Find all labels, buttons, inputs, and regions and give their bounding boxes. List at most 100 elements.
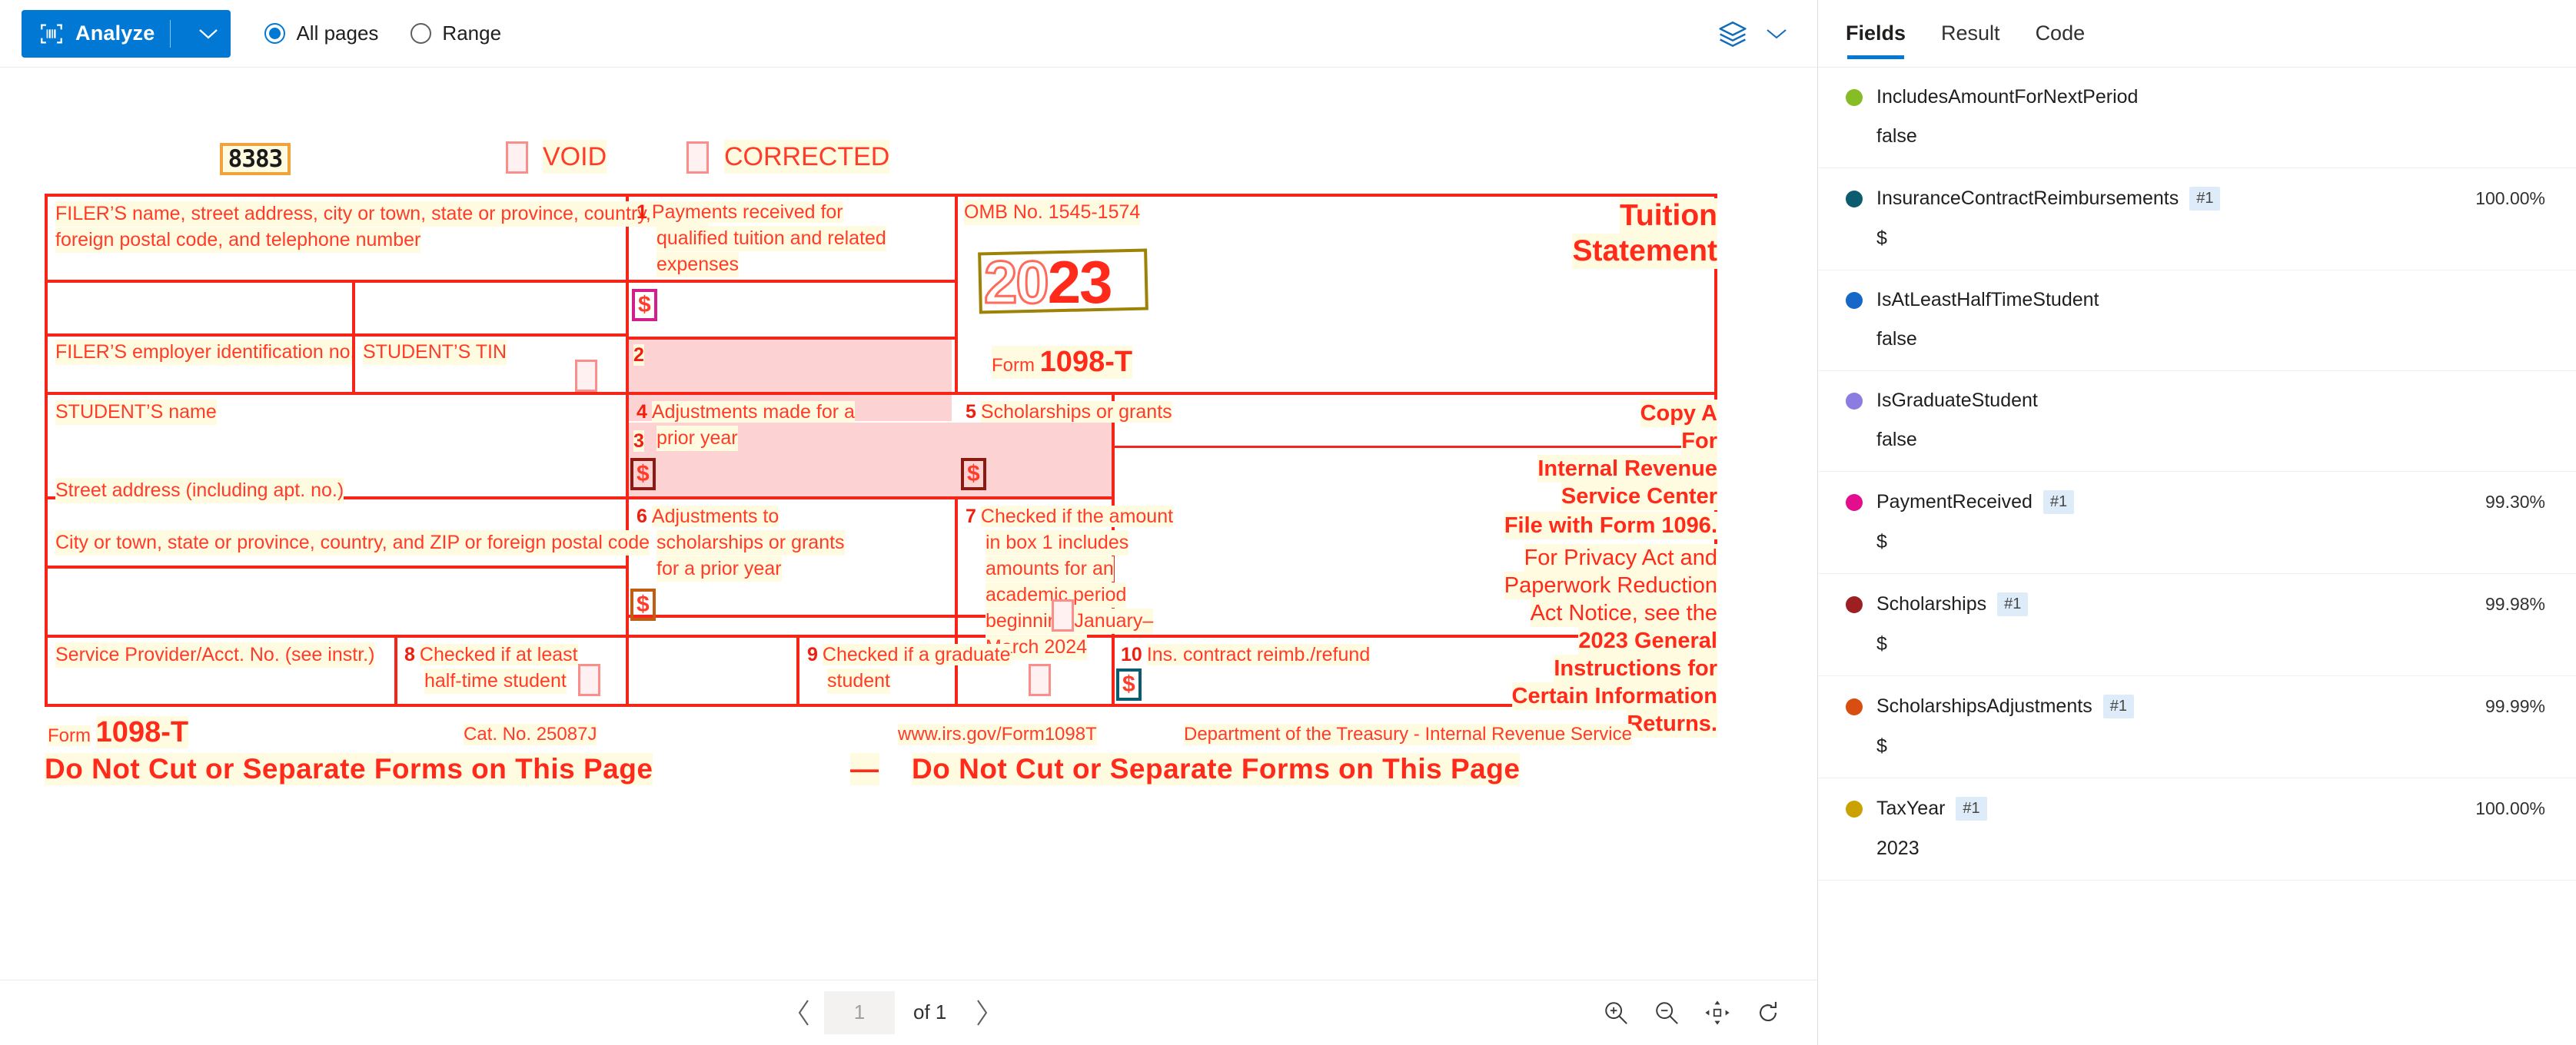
irs-url[interactable]: www.irs.gov/Form1098T: [898, 724, 1097, 745]
box4-amount-field[interactable]: $: [630, 458, 656, 490]
tab-code[interactable]: Code: [2036, 0, 2086, 67]
fit-to-page-button[interactable]: [1696, 991, 1739, 1034]
field-name: Scholarships: [1876, 593, 1987, 615]
box2-caption: 2: [633, 343, 649, 368]
zoom-out-button[interactable]: [1645, 991, 1688, 1034]
grid-h2b: [45, 333, 629, 337]
radio-range[interactable]: Range: [410, 22, 501, 45]
chevron-down-icon: [1767, 28, 1787, 38]
corrected-label: CORRECTED: [724, 140, 890, 174]
grid-v6: [352, 280, 355, 337]
app-root: Analyze All pages Range 8383 VOID CORREC…: [0, 0, 2576, 1045]
zoom-in-button[interactable]: [1594, 991, 1637, 1034]
box8-caption-line1: 8 Checked if at least: [404, 642, 578, 668]
document-viewer: Analyze All pages Range 8383 VOID CORREC…: [0, 0, 1817, 1045]
field-row[interactable]: Scholarships #1 99.98% $: [1818, 574, 2576, 676]
footer-form-label-text: Form: [48, 725, 91, 746]
page-nav-controls: of 1: [784, 990, 1002, 1034]
footer-form-number: 1098-T: [95, 716, 189, 748]
radio-all-pages-dot: [264, 23, 286, 44]
form-label-header: Form 1098-T: [992, 346, 1133, 379]
field-occurrence-badge[interactable]: #1: [2043, 490, 2075, 514]
previous-page-button[interactable]: [784, 993, 824, 1033]
field-name: IncludesAmountForNextPeriod: [1876, 86, 2139, 108]
control-number-field[interactable]: 8383: [220, 143, 291, 175]
scan-icon: [41, 24, 62, 43]
analyze-button[interactable]: Analyze: [22, 9, 231, 58]
box1-number: 1: [637, 201, 647, 223]
field-row-header: ScholarshipsAdjustments #1 99.99%: [1846, 695, 2545, 718]
extracted-fields-list[interactable]: IncludesAmountForNextPeriod false Insuranc…: [1818, 68, 2576, 1044]
form-1098t: 8383 VOID CORRECTED FILER’S name, street…: [45, 138, 1759, 922]
box1-caption-line3: expenses: [656, 252, 740, 277]
document-canvas[interactable]: 8383 VOID CORRECTED FILER’S name, street…: [0, 68, 1817, 980]
page-scope-radio-group: All pages Range: [264, 22, 533, 45]
field-value: $: [1876, 735, 1887, 757]
omb-number: OMB No. 1545-1574: [964, 200, 1141, 225]
field-row[interactable]: IsGraduateStudent false: [1818, 371, 2576, 472]
box9-caption-text1: Checked if a graduate: [822, 644, 1011, 665]
field-name: TaxYear: [1876, 798, 1946, 819]
copy-line-9: 2023 General: [1578, 627, 1717, 655]
box6-caption-text1: Adjustments to: [651, 506, 779, 527]
box9-caption-line1: 9 Checked if a graduate: [807, 642, 1011, 668]
grid-v8: [352, 333, 355, 392]
student-tin-checkbox[interactable]: [575, 360, 597, 392]
tab-fields[interactable]: Fields: [1846, 0, 1906, 67]
radio-all-pages[interactable]: All pages: [264, 22, 378, 45]
analyze-divider: [170, 19, 171, 48]
field-occurrence-badge[interactable]: #1: [2189, 187, 2221, 211]
copy-line-7: Paperwork Reduction: [1504, 572, 1717, 599]
box4-caption-line2: prior year: [656, 426, 738, 451]
field-row-header: IsAtLeastHalfTimeStudent: [1846, 289, 2545, 311]
next-page-button[interactable]: [962, 993, 1002, 1033]
field-name: ScholarshipsAdjustments: [1876, 695, 2092, 717]
filer-name-caption-line2: foreign postal code, and telephone numbe…: [55, 227, 421, 253]
box6-amount-field[interactable]: $: [630, 589, 656, 621]
analyze-dropdown-toggle[interactable]: [186, 28, 231, 40]
box1-caption-text1: Payments received for: [651, 201, 843, 223]
form-title-line1: Tuition: [1619, 198, 1717, 234]
field-row[interactable]: ScholarshipsAdjustments #1 99.99% $: [1818, 676, 2576, 778]
field-row[interactable]: InsuranceContractReimbursements #1 100.00%…: [1818, 168, 2576, 270]
layers-dropdown-toggle[interactable]: [1765, 27, 1788, 41]
field-row[interactable]: PaymentReceived #1 99.30% $: [1818, 472, 2576, 574]
field-row[interactable]: TaxYear #1 100.00% 2023: [1818, 778, 2576, 881]
form-label-header-text: Form: [992, 355, 1035, 376]
tab-result-label: Result: [1941, 21, 2000, 45]
box3-caption: 3: [633, 429, 649, 454]
void-checkbox[interactable]: [506, 141, 528, 174]
copy-line-10: Instructions for: [1554, 655, 1717, 682]
field-color-swatch-icon: [1846, 392, 1863, 410]
field-occurrence-badge[interactable]: #1: [1956, 797, 1987, 821]
field-row[interactable]: IsAtLeastHalfTimeStudent false: [1818, 270, 2576, 371]
box7-caption-line2: in box 1 includes: [986, 530, 1129, 556]
box8-caption-line2: half-time student: [424, 668, 567, 694]
catalog-number: Cat. No. 25087J: [464, 724, 597, 745]
copy-line-1: Copy A: [1640, 400, 1717, 427]
field-row[interactable]: IncludesAmountForNextPeriod false: [1818, 68, 2576, 168]
box1-amount-field[interactable]: $: [632, 289, 657, 321]
field-value: $: [1876, 531, 1887, 552]
layers-button[interactable]: [1717, 20, 1788, 48]
box9-checkbox[interactable]: [1029, 664, 1051, 696]
zoom-out-icon: [1656, 1001, 1678, 1024]
box7-checkbox[interactable]: [1052, 599, 1074, 632]
corrected-checkbox[interactable]: [686, 141, 709, 174]
box6-caption-line3: for a prior year: [656, 556, 782, 582]
tab-result[interactable]: Result: [1941, 0, 2000, 67]
box5-amount-field[interactable]: $: [961, 458, 986, 490]
student-name-caption: STUDENT’S name: [55, 400, 217, 425]
box6-number: 6: [637, 506, 647, 527]
chevron-left-icon: [798, 999, 809, 1026]
field-occurrence-badge[interactable]: #1: [2102, 695, 2134, 718]
rotate-button[interactable]: [1747, 991, 1790, 1034]
box8-checkbox[interactable]: [578, 664, 600, 696]
field-name: IsGraduateStudent: [1876, 390, 2038, 411]
page-number-input[interactable]: [824, 990, 895, 1034]
city-caption: City or town, state or province, country…: [55, 530, 650, 556]
field-color-swatch-icon: [1846, 88, 1863, 106]
field-value: $: [1876, 227, 1887, 249]
field-occurrence-badge[interactable]: #1: [1997, 592, 2029, 616]
tab-code-label: Code: [2035, 21, 2086, 45]
